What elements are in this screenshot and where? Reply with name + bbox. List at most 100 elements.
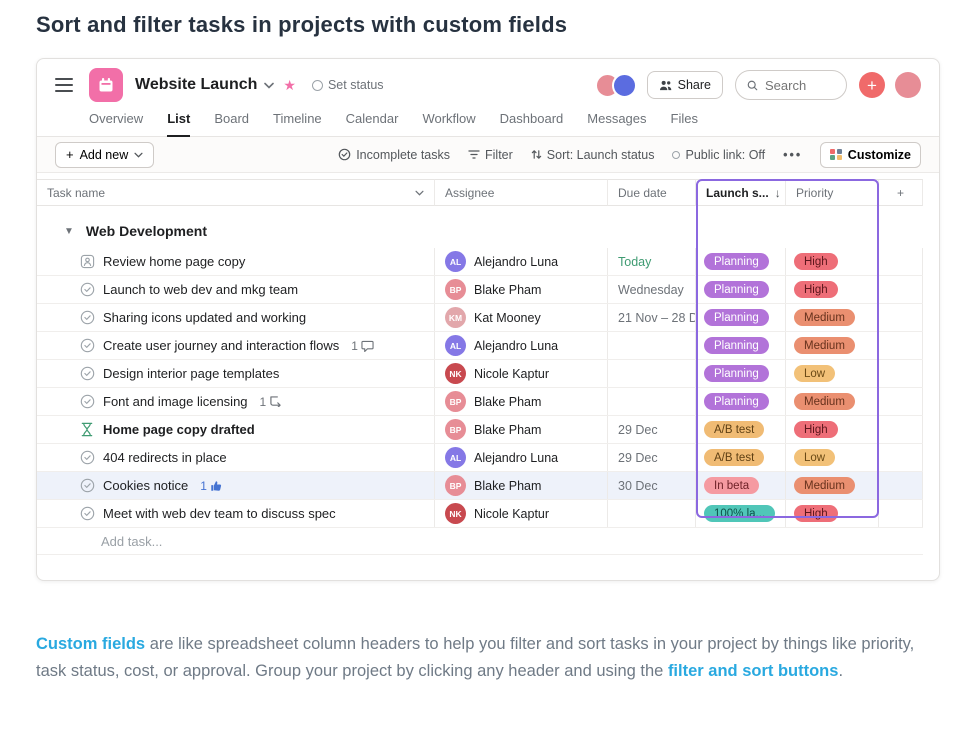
priority-badge[interactable]: High bbox=[794, 253, 838, 270]
section-header-content[interactable]: ▼ Content bbox=[37, 575, 923, 581]
launch-status-cell[interactable]: Planning bbox=[696, 276, 786, 303]
launch-status-cell[interactable]: Planning bbox=[696, 388, 786, 415]
due-date[interactable]: 30 Dec bbox=[608, 472, 696, 499]
priority-cell[interactable]: Medium bbox=[786, 472, 879, 499]
more-options-button[interactable]: ••• bbox=[783, 148, 802, 162]
due-date[interactable]: 29 Dec bbox=[608, 416, 696, 443]
column-header-launch-status[interactable]: Launch s... ↓ bbox=[696, 179, 786, 206]
column-header-due-date[interactable]: Due date bbox=[608, 179, 696, 206]
task-status-icon[interactable] bbox=[79, 282, 95, 298]
project-calendar-icon[interactable] bbox=[89, 68, 123, 102]
assignee-cell[interactable]: NK Nicole Kaptur bbox=[435, 500, 608, 527]
assignee-cell[interactable]: AL Alejandro Luna bbox=[435, 444, 608, 471]
public-link-toggle[interactable]: Public link: Off bbox=[672, 148, 765, 162]
priority-badge[interactable]: Medium bbox=[794, 393, 855, 410]
task-status-icon[interactable] bbox=[79, 254, 95, 270]
assignee-cell[interactable]: BP Blake Pham bbox=[435, 416, 608, 443]
launch-status-cell[interactable]: Planning bbox=[696, 360, 786, 387]
assignee-cell[interactable]: BP Blake Pham bbox=[435, 388, 608, 415]
sort-button[interactable]: Sort: Launch status bbox=[531, 148, 655, 162]
tab-calendar[interactable]: Calendar bbox=[346, 111, 399, 136]
status-badge[interactable]: Planning bbox=[704, 309, 769, 326]
status-badge[interactable]: Planning bbox=[704, 337, 769, 354]
task-status-icon[interactable] bbox=[79, 394, 95, 410]
caption-link[interactable]: filter and sort buttons bbox=[668, 662, 839, 680]
launch-status-cell[interactable]: 100% la... bbox=[696, 500, 786, 527]
priority-badge[interactable]: High bbox=[794, 505, 838, 522]
launch-status-cell[interactable]: Planning bbox=[696, 332, 786, 359]
assignee-cell[interactable]: BP Blake Pham bbox=[435, 472, 608, 499]
table-row[interactable]: Font and image licensing 1 BP Blake Pham… bbox=[37, 388, 923, 416]
due-date[interactable] bbox=[608, 360, 696, 387]
due-date[interactable] bbox=[608, 332, 696, 359]
tab-overview[interactable]: Overview bbox=[89, 111, 143, 136]
priority-cell[interactable]: Low bbox=[786, 444, 879, 471]
table-row[interactable]: Design interior page templates NK Nicole… bbox=[37, 360, 923, 388]
tab-timeline[interactable]: Timeline bbox=[273, 111, 322, 136]
share-button[interactable]: Share bbox=[647, 71, 723, 99]
task-status-icon[interactable] bbox=[79, 506, 95, 522]
filter-button[interactable]: Filter bbox=[468, 148, 513, 162]
incomplete-tasks-filter[interactable]: Incomplete tasks bbox=[338, 148, 450, 162]
task-status-icon[interactable] bbox=[79, 422, 95, 438]
priority-cell[interactable]: High bbox=[786, 276, 879, 303]
priority-badge[interactable]: Medium bbox=[794, 477, 855, 494]
task-status-icon[interactable] bbox=[79, 450, 95, 466]
status-badge[interactable]: A/B test bbox=[704, 449, 764, 466]
tab-list[interactable]: List bbox=[167, 111, 190, 136]
profile-avatar[interactable] bbox=[895, 72, 921, 98]
priority-cell[interactable]: Medium bbox=[786, 332, 879, 359]
task-status-icon[interactable] bbox=[79, 310, 95, 326]
column-header-assignee[interactable]: Assignee bbox=[435, 179, 608, 206]
due-date[interactable]: 29 Dec bbox=[608, 444, 696, 471]
status-badge[interactable]: Planning bbox=[704, 365, 769, 382]
table-row[interactable]: Launch to web dev and mkg team BP Blake … bbox=[37, 276, 923, 304]
status-badge[interactable]: Planning bbox=[704, 393, 769, 410]
status-badge[interactable]: Planning bbox=[704, 253, 769, 270]
task-status-icon[interactable] bbox=[79, 478, 95, 494]
tab-workflow[interactable]: Workflow bbox=[422, 111, 475, 136]
add-column-button[interactable]: + bbox=[879, 179, 923, 206]
caption-link[interactable]: Custom fields bbox=[36, 635, 145, 653]
priority-badge[interactable]: High bbox=[794, 421, 838, 438]
status-badge[interactable]: 100% la... bbox=[704, 505, 775, 522]
tab-messages[interactable]: Messages bbox=[587, 111, 646, 136]
launch-status-cell[interactable]: Planning bbox=[696, 304, 786, 331]
priority-cell[interactable]: Medium bbox=[786, 388, 879, 415]
table-row[interactable]: Create user journey and interaction flow… bbox=[37, 332, 923, 360]
launch-status-cell[interactable]: A/B test bbox=[696, 444, 786, 471]
priority-badge[interactable]: Low bbox=[794, 449, 835, 466]
priority-badge[interactable]: Low bbox=[794, 365, 835, 382]
hamburger-menu-icon[interactable] bbox=[55, 78, 73, 92]
launch-status-cell[interactable]: A/B test bbox=[696, 416, 786, 443]
table-row[interactable]: Cookies notice 1 BP Blake Pham 30 Dec In… bbox=[37, 472, 923, 500]
priority-cell[interactable]: Low bbox=[786, 360, 879, 387]
assignee-cell[interactable]: AL Alejandro Luna bbox=[435, 248, 608, 275]
table-row[interactable]: 404 redirects in place AL Alejandro Luna… bbox=[37, 444, 923, 472]
section-header-web-development[interactable]: ▼ Web Development bbox=[37, 214, 923, 248]
priority-badge[interactable]: High bbox=[794, 281, 838, 298]
task-status-icon[interactable] bbox=[79, 338, 95, 354]
collaborator-facepile[interactable] bbox=[595, 73, 637, 98]
customize-button[interactable]: Customize bbox=[820, 142, 921, 168]
assignee-cell[interactable]: BP Blake Pham bbox=[435, 276, 608, 303]
assignee-cell[interactable]: NK Nicole Kaptur bbox=[435, 360, 608, 387]
add-task-button[interactable]: Add task... bbox=[37, 528, 923, 555]
priority-cell[interactable]: High bbox=[786, 248, 879, 275]
task-status-icon[interactable] bbox=[79, 366, 95, 382]
due-date[interactable]: 21 Nov – 28 Dec bbox=[608, 304, 696, 331]
status-badge[interactable]: In beta bbox=[704, 477, 759, 494]
table-row[interactable]: Sharing icons updated and working KM Kat… bbox=[37, 304, 923, 332]
set-status-button[interactable]: Set status bbox=[312, 78, 384, 92]
priority-cell[interactable]: High bbox=[786, 500, 879, 527]
tab-dashboard[interactable]: Dashboard bbox=[500, 111, 564, 136]
due-date[interactable]: Wednesday bbox=[608, 276, 696, 303]
chevron-down-icon[interactable] bbox=[264, 76, 274, 94]
assignee-cell[interactable]: KM Kat Mooney bbox=[435, 304, 608, 331]
column-header-priority[interactable]: Priority bbox=[786, 179, 879, 206]
table-row[interactable]: Home page copy drafted BP Blake Pham 29 … bbox=[37, 416, 923, 444]
table-row[interactable]: Meet with web dev team to discuss spec N… bbox=[37, 500, 923, 528]
assignee-cell[interactable]: AL Alejandro Luna bbox=[435, 332, 608, 359]
launch-status-cell[interactable]: Planning bbox=[696, 248, 786, 275]
search-bar[interactable] bbox=[735, 70, 847, 100]
